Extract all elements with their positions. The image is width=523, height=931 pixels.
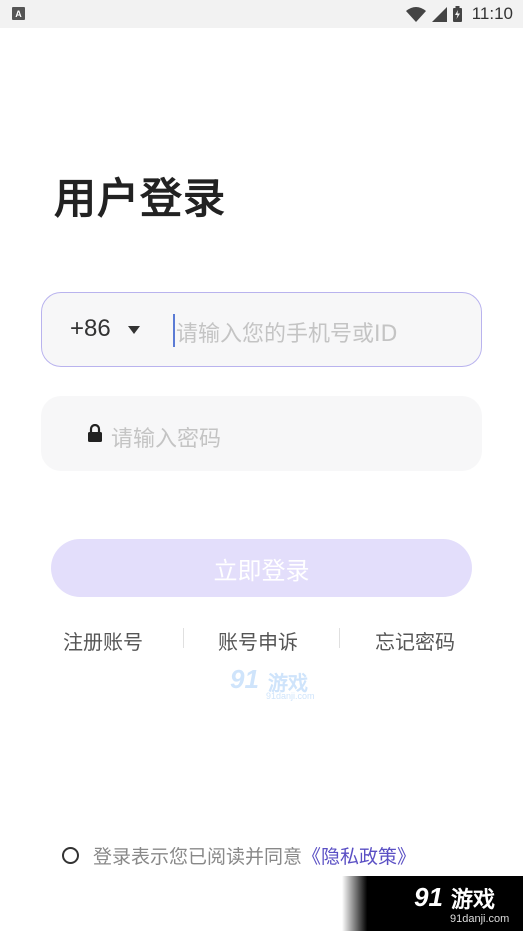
badge-text: 游戏 — [451, 888, 496, 913]
login-button[interactable]: 立即登录 — [51, 539, 472, 597]
privacy-agreement: 登录表示您已阅读并同意 《隐私政策》 — [62, 842, 416, 868]
privacy-policy-link[interactable]: 《隐私政策》 — [302, 842, 416, 869]
agreement-radio[interactable] — [62, 846, 79, 864]
status-icons: 11:10 — [405, 0, 513, 28]
divider — [339, 628, 340, 648]
watermark-logo: 91 游戏 91danji.com — [228, 664, 328, 704]
password-input-field[interactable]: 请输入密码 — [41, 396, 482, 471]
forgot-password-link[interactable]: 忘记密码 — [375, 626, 455, 655]
account-appeal-link[interactable]: 账号申诉 — [218, 626, 298, 655]
badge-url: 91danji.com — [450, 913, 510, 925]
watermark-number: 91 — [230, 664, 259, 694]
password-placeholder: 请输入密码 — [111, 427, 222, 452]
watermark-url: 91danji.com — [266, 691, 315, 701]
lock-icon — [88, 424, 102, 442]
corner-watermark-badge: 91 游戏 91danji.com — [342, 876, 523, 931]
agreement-text: 登录表示您已阅读并同意 — [93, 845, 303, 868]
battery-icon — [452, 6, 462, 22]
phone-placeholder: 请输入您的手机号或ID — [176, 322, 398, 347]
caret-down-icon[interactable] — [128, 326, 140, 334]
page-title: 用户登录 — [54, 174, 227, 223]
register-link[interactable]: 注册账号 — [63, 626, 143, 655]
wifi-icon — [405, 6, 426, 22]
phone-input-field[interactable]: +86 请输入您的手机号或ID — [41, 292, 482, 367]
status-bar: A 11:10 — [0, 0, 523, 28]
divider — [183, 628, 184, 648]
text-cursor — [173, 314, 175, 347]
badge-number: 91 — [414, 882, 443, 912]
cell-signal-icon — [431, 6, 447, 22]
clock: 11:10 — [471, 4, 513, 23]
account-links: 注册账号 账号申诉 忘记密码 — [0, 620, 523, 656]
country-code-select[interactable]: +86 — [70, 315, 111, 343]
app-notification-icon: A — [12, 7, 25, 20]
